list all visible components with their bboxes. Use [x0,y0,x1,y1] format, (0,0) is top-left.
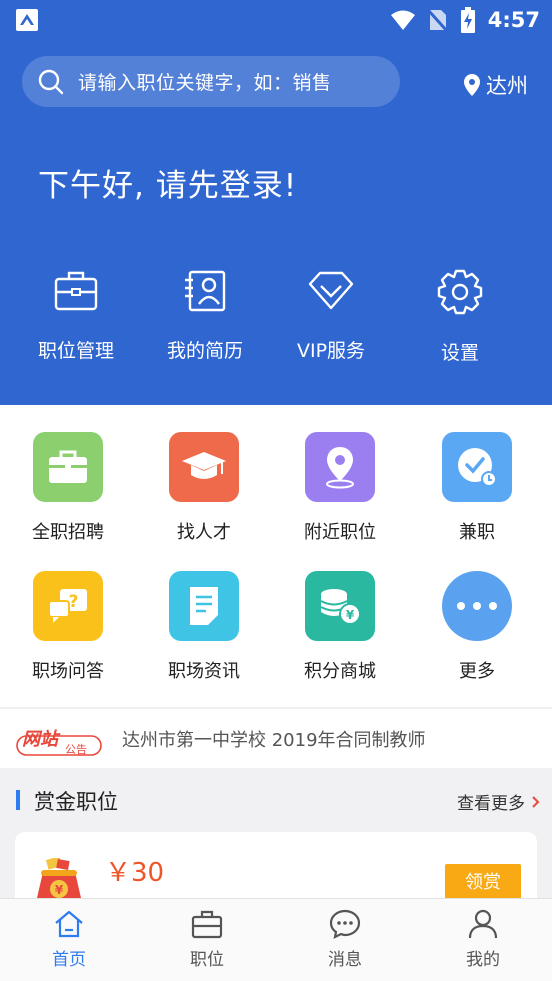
location-pin-icon [464,74,480,96]
location-pin-icon [326,447,354,489]
quick-actions: 职位管理 我的简历 VIP服务 设置 [0,268,552,368]
reward-jobs-header: 赏金职位 查看更多 [0,768,552,830]
tab-jobs[interactable]: 职位 [138,909,276,970]
career-news-tile [169,571,239,641]
claim-reward-button[interactable]: 领赏 [445,864,521,902]
wifi-icon [390,10,415,30]
svg-text:公告: 公告 [65,743,87,756]
settings-gear-icon [437,269,483,315]
section-accent-bar [16,790,20,810]
quick-action-job-management[interactable]: 职位管理 [11,268,141,368]
quick-action-vip-service[interactable]: VIP服务 [266,268,396,368]
fulltime-tile [33,432,103,502]
search-icon [38,69,64,94]
document-icon [190,587,218,625]
graduation-cap-icon [182,452,226,479]
category-grid: 全职招聘 找人才 附近职位 兼职 ? 职场问答 职场资讯 ¥ 积分商城 更多 [0,405,552,707]
diamond-icon [308,271,354,310]
quick-action-my-resume[interactable]: 我的简历 [140,268,270,368]
svg-text:¥: ¥ [55,883,64,897]
no-sim-icon [427,9,448,32]
location-city: 达州 [486,74,528,98]
header: 4:57 请输入职位关键字，如：销售 达州 下午好, 请先登录! 职位管理 我的… [0,0,552,405]
briefcase-icon [191,910,223,939]
category-points-mall[interactable]: ¥ 积分商城 [280,571,400,683]
announcement-text: 达州市第一中学校 2019年合同制教师 [122,730,426,751]
question-chat-icon: ? [48,589,87,623]
briefcase-icon [49,450,87,483]
category-parttime[interactable]: 兼职 [417,432,537,544]
category-more[interactable]: 更多 [417,571,537,683]
bottom-tab-bar: 首页 职位 消息 我的 [0,898,552,981]
status-bar: 4:57 [0,0,552,40]
tab-profile[interactable]: 我的 [414,909,552,970]
nearby-jobs-tile [305,432,375,502]
location-selector[interactable]: 达州 [464,70,528,100]
more-tile [442,571,512,641]
home-icon [55,910,83,938]
category-fulltime[interactable]: 全职招聘 [8,432,128,544]
clock-check-icon [458,448,497,487]
briefcase-icon [54,271,98,311]
resume-icon [185,270,226,312]
category-career-qa[interactable]: ? 职场问答 [8,571,128,683]
battery-charging-icon [460,7,475,33]
search-bar[interactable]: 请输入职位关键字，如：销售 [22,56,400,107]
points-mall-tile: ¥ [305,571,375,641]
career-qa-tile: ? [33,571,103,641]
greeting-login-prompt[interactable]: 下午好, 请先登录! [38,160,297,205]
chevron-right-icon [532,795,540,808]
view-more-link[interactable]: 查看更多 [457,789,540,814]
find-talent-tile [169,432,239,502]
svg-text:?: ? [69,592,79,612]
website-announcement-badge: 网站 公告 [14,723,104,759]
announcement-bar[interactable]: 网站 公告 达州市第一中学校 2019年合同制教师 [0,708,552,768]
quick-action-settings[interactable]: 设置 [395,268,525,368]
tab-home[interactable]: 首页 [0,909,138,970]
svg-text:¥: ¥ [346,608,355,622]
parttime-tile [442,432,512,502]
category-nearby-jobs[interactable]: 附近职位 [280,432,400,544]
more-dots-icon [457,602,497,610]
tab-messages[interactable]: 消息 [276,909,414,970]
category-find-talent[interactable]: 找人才 [144,432,264,544]
reward-price: ￥30 [105,858,165,888]
category-career-news[interactable]: 职场资讯 [144,571,264,683]
search-placeholder: 请输入职位关键字，如：销售 [78,72,332,94]
svg-text:网站: 网站 [22,729,61,750]
message-icon [329,909,361,939]
section-title: 赏金职位 [34,790,118,814]
clock: 4:57 [487,8,540,32]
profile-icon [468,909,498,939]
coins-icon: ¥ [320,589,361,625]
app-notification-icon [16,9,38,31]
